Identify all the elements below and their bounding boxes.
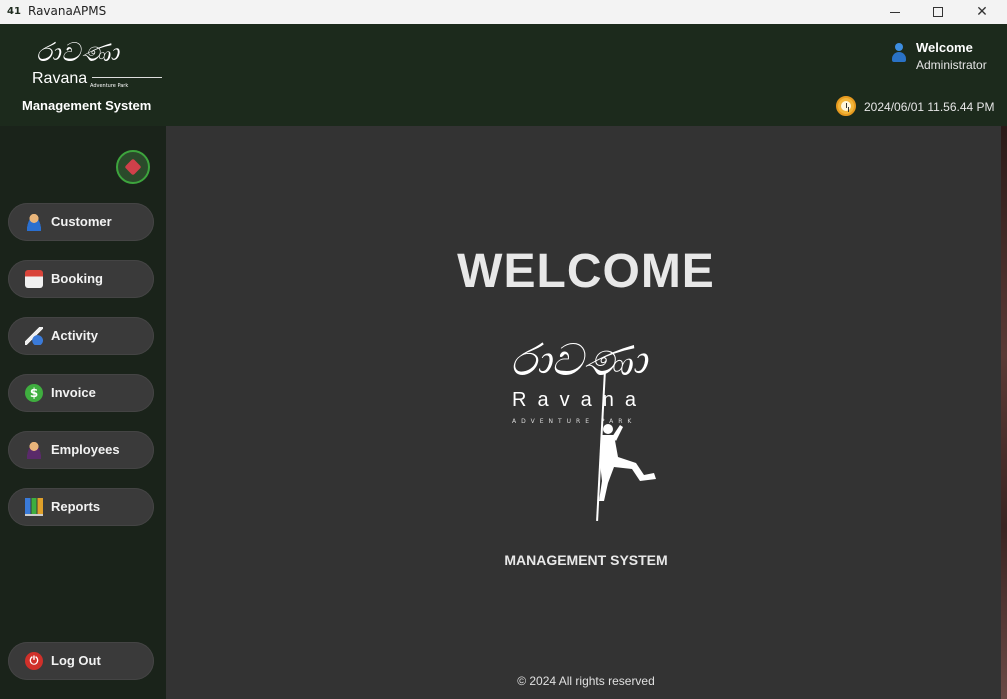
- welcome-heading: WELCOME: [457, 245, 715, 298]
- close-button[interactable]: ✕: [960, 0, 1004, 24]
- welcome-label: Welcome: [916, 40, 973, 55]
- sidebar-item-label: Booking: [51, 271, 103, 286]
- customer-icon: [25, 213, 43, 231]
- sidebar-item-reports[interactable]: Reports: [8, 488, 154, 526]
- sidebar-item-label: Invoice: [51, 385, 96, 400]
- user-role: Administrator: [916, 58, 987, 72]
- close-icon: ✕: [976, 4, 988, 20]
- calendar-icon: [25, 270, 43, 288]
- dollar-icon: $: [25, 384, 43, 402]
- sidebar: Customer Booking Activity $ Invoice Empl…: [0, 126, 166, 699]
- bar-chart-icon: [25, 498, 43, 516]
- bowling-icon: [25, 327, 43, 345]
- sidebar-item-booking[interactable]: Booking: [8, 260, 154, 298]
- center-logo-script: රාවණා: [510, 335, 647, 386]
- sidebar-item-invoice[interactable]: $ Invoice: [8, 374, 154, 412]
- user-icon: [892, 43, 906, 63]
- copyright-footer: © 2024 All rights reserved: [517, 674, 655, 688]
- logo-name-text: Ravana: [32, 70, 88, 87]
- logo-script-text: රාවණා: [36, 38, 120, 68]
- logout-button[interactable]: ⏻ Log Out: [8, 642, 154, 680]
- maximize-button[interactable]: [916, 0, 960, 24]
- management-system-label: MANAGEMENT SYSTEM: [504, 552, 668, 568]
- pin-button[interactable]: [116, 150, 150, 184]
- power-icon: ⏻: [25, 652, 43, 670]
- employee-icon: [25, 441, 43, 459]
- minimize-icon: [890, 11, 900, 13]
- sidebar-item-label: Activity: [51, 328, 98, 343]
- maximize-icon: [933, 7, 943, 17]
- minimize-button[interactable]: [873, 0, 917, 24]
- header-logo: රාවණා Ravana Adventure Park Management S…: [18, 36, 168, 124]
- app-icon: 41: [7, 6, 21, 17]
- window-titlebar: 41 RavanaAPMS ✕: [0, 0, 1007, 24]
- sidebar-item-customer[interactable]: Customer: [8, 203, 154, 241]
- center-logo: රාවණා Ravana ADVENTURE PARK: [502, 331, 672, 531]
- logout-label: Log Out: [51, 653, 101, 668]
- pin-icon: [124, 158, 142, 176]
- climber-silhouette-icon: [599, 424, 656, 501]
- sidebar-item-label: Reports: [51, 499, 101, 514]
- sidebar-item-label: Customer: [51, 214, 112, 229]
- sidebar-item-activity[interactable]: Activity: [8, 317, 154, 355]
- main-content: WELCOME රාවණා Ravana ADVENTURE PARK MANA…: [166, 126, 1001, 699]
- logo-divider: [92, 77, 162, 78]
- sidebar-item-label: Employees: [51, 442, 120, 457]
- datetime-display: 2024/06/01 11.56.44 PM: [864, 100, 995, 114]
- app-header: රාවණා Ravana Adventure Park Management S…: [0, 24, 1007, 126]
- logo-tagline-text: Adventure Park: [90, 83, 129, 89]
- window-title: RavanaAPMS: [28, 4, 107, 18]
- center-logo-name: Ravana: [512, 389, 647, 411]
- background-window-strip: [1001, 126, 1007, 699]
- clock-icon: [836, 96, 856, 116]
- sidebar-item-employees[interactable]: Employees: [8, 431, 154, 469]
- app-subtitle: Management System: [22, 98, 152, 113]
